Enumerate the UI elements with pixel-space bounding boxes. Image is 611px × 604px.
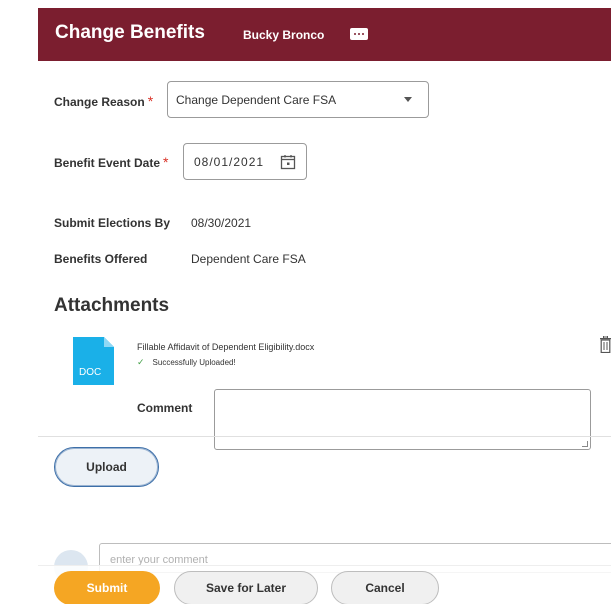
change-reason-label: Change Reason * <box>54 93 153 109</box>
submit-button[interactable]: Submit <box>54 571 160 604</box>
required-mark: * <box>147 93 154 109</box>
benefit-event-date-label-text: Benefit Event Date <box>54 156 161 170</box>
upload-status-text: Successfully Uploaded! <box>152 358 236 367</box>
submit-elections-by-label: Submit Elections By <box>54 216 171 230</box>
save-for-later-button[interactable]: Save for Later <box>174 571 318 604</box>
attachment-filename[interactable]: Fillable Affidavit of Dependent Eligibil… <box>137 342 314 352</box>
resize-grip-icon[interactable] <box>582 441 588 447</box>
change-reason-select[interactable]: Change Dependent Care FSA <box>167 81 429 118</box>
benefits-offered-label: Benefits Offered <box>54 252 148 266</box>
calendar-icon[interactable] <box>280 154 296 170</box>
submit-elections-by-value: 08/30/2021 <box>191 216 252 230</box>
chevron-down-icon <box>404 97 412 102</box>
page-header: Change Benefits Bucky Bronco <box>38 8 611 61</box>
more-icon[interactable] <box>350 28 368 40</box>
trash-icon[interactable] <box>600 336 611 353</box>
doc-file-icon[interactable]: DOC <box>73 337 114 385</box>
worker-name-link[interactable]: Bucky Bronco <box>243 28 324 42</box>
comment-textarea[interactable] <box>214 389 591 450</box>
section-divider <box>38 436 611 437</box>
upload-button[interactable]: Upload <box>54 447 159 487</box>
doc-file-icon-text: DOC <box>79 367 101 378</box>
benefits-offered-value: Dependent Care FSA <box>191 252 306 266</box>
required-mark: * <box>163 154 169 170</box>
benefit-event-date-input[interactable]: 08/01/2021 <box>183 143 307 180</box>
comment-label: Comment <box>137 401 193 415</box>
change-reason-label-text: Change Reason <box>54 95 145 109</box>
benefit-event-date-label: Benefit Event Date * <box>54 154 168 170</box>
change-reason-value: Change Dependent Care FSA <box>176 93 337 107</box>
attachments-heading: Attachments <box>54 295 170 316</box>
benefit-event-date-value: 08/01/2021 <box>194 155 265 169</box>
check-icon: ✓ <box>137 357 145 367</box>
upload-status: ✓ Successfully Uploaded! <box>137 357 236 368</box>
cancel-button[interactable]: Cancel <box>331 571 439 604</box>
page-title: Change Benefits <box>55 22 205 43</box>
